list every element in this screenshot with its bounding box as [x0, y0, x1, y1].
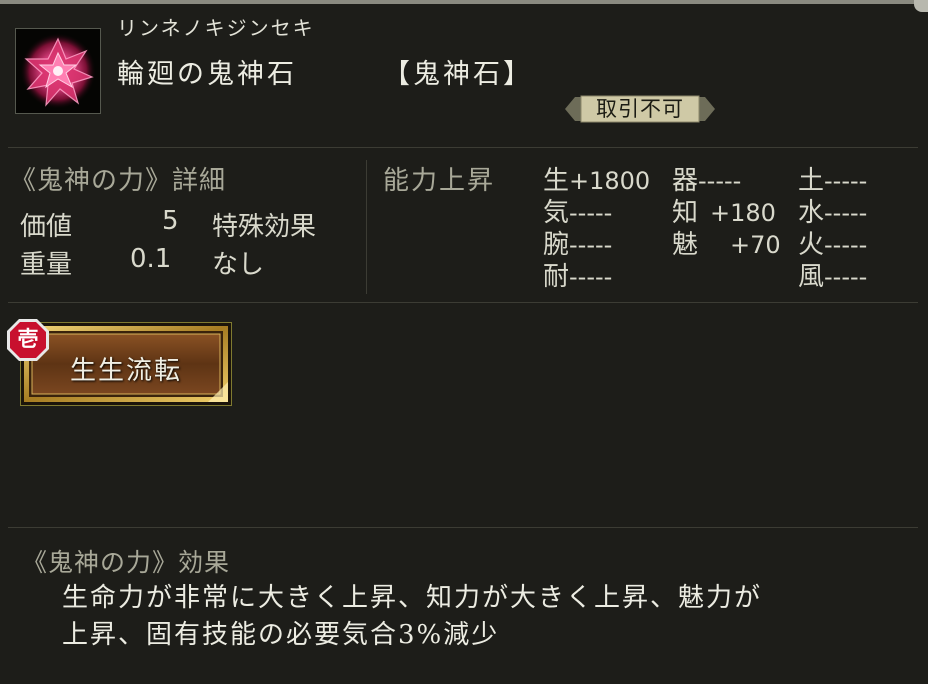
stat-charm: 魅 +70 — [672, 224, 781, 261]
details-title: 《鬼神の力》詳細 — [10, 166, 227, 196]
item-name: 輪廻の鬼神石 — [117, 59, 297, 90]
weight-label: 重量 — [20, 250, 73, 280]
weight-amount: 0.1 — [130, 244, 172, 274]
stat-wind: 風----- — [798, 256, 867, 293]
special-effect-value: なし — [212, 250, 265, 280]
stat-value: +1800 — [569, 167, 651, 195]
value-label: 価値 — [20, 212, 73, 242]
stat-value: +180 — [710, 199, 776, 227]
stat-value: ----- — [569, 231, 613, 259]
skill-rank: 壱 — [17, 326, 39, 351]
skill-name: 生生流転 — [69, 356, 182, 386]
details-divider — [8, 302, 918, 303]
section-vertical-divider — [366, 160, 367, 294]
item-reading: リンネノキジンセキ — [117, 16, 315, 40]
special-effect-label: 特殊効果 — [212, 212, 317, 242]
item-category: 【鬼神石】 — [383, 59, 533, 90]
stat-name: 風 — [798, 262, 825, 292]
header-divider — [8, 147, 918, 148]
trade-status-label: 取引不可 — [596, 97, 684, 121]
effect-divider — [8, 527, 918, 528]
stat-endurance: 耐----- — [543, 256, 612, 293]
effect-description-line-2: 上昇、固有技能の必要気合3%減少 — [62, 620, 500, 650]
stat-value: ----- — [569, 263, 613, 291]
window-corner-knob[interactable] — [914, 0, 928, 12]
window-top-border — [0, 0, 928, 4]
stat-value: ----- — [569, 199, 613, 227]
value-amount: 5 — [162, 206, 179, 236]
stat-value: +70 — [730, 231, 781, 259]
effect-title: 《鬼神の力》効果 — [22, 548, 231, 577]
item-icon-frame — [15, 28, 101, 114]
crimson-crystal-icon — [20, 33, 96, 109]
stat-value: ----- — [824, 199, 868, 227]
stat-value: ----- — [824, 167, 868, 195]
stat-name: 耐 — [543, 262, 570, 292]
trade-status-badge: 取引不可 — [565, 95, 715, 123]
stat-value: ----- — [698, 167, 742, 195]
stat-value: ----- — [824, 231, 868, 259]
stat-value: ----- — [824, 263, 868, 291]
ability-increase-title: 能力上昇 — [383, 166, 496, 196]
stat-name: 魅 — [672, 230, 699, 260]
effect-description-line-1: 生命力が非常に大きく上昇、知力が大きく上昇、魅力が — [62, 583, 763, 613]
